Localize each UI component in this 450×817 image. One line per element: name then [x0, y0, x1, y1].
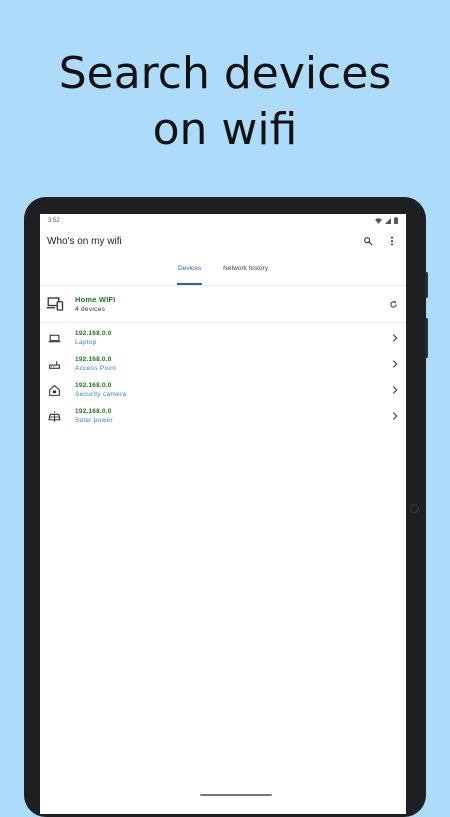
- network-name: Home WIFI: [75, 295, 116, 304]
- device-item[interactable]: 192.168.0.0 Security camera: [40, 377, 406, 403]
- app-bar: Who's on my wifi: [40, 227, 406, 255]
- device-ip: 192.168.0.0: [75, 330, 112, 337]
- device-item[interactable]: 192.168.0.0 Laptop: [40, 325, 406, 351]
- tab-bar: Devices Network history: [40, 255, 406, 286]
- device-ip: 192.168.0.0: [75, 408, 112, 415]
- network-header[interactable]: Home WIFI 4 devices: [40, 286, 406, 323]
- chevron-right-icon: [392, 334, 398, 342]
- more-vert-icon[interactable]: [385, 234, 399, 248]
- home-camera-icon: [46, 382, 62, 398]
- device-ip: 192.168.0.0: [75, 382, 112, 389]
- status-time: 3:52: [48, 217, 60, 224]
- camera-icon: [410, 504, 419, 513]
- chevron-right-icon: [392, 360, 398, 368]
- devices-icon: [46, 297, 64, 311]
- tab-network-history[interactable]: Network history: [223, 255, 268, 285]
- device-type: Access Point: [75, 365, 117, 372]
- device-ip: 192.168.0.0: [75, 356, 112, 363]
- laptop-icon: [46, 330, 62, 346]
- headline-line-2: on wifi: [152, 104, 298, 155]
- network-device-count: 4 devices: [75, 306, 106, 313]
- status-bar: 3:52: [40, 214, 406, 227]
- wifi-icon: [375, 217, 382, 224]
- headline-line-1: Search devices: [58, 48, 392, 99]
- power-button: [425, 318, 428, 358]
- tab-devices[interactable]: Devices: [177, 255, 203, 285]
- search-icon[interactable]: [361, 234, 375, 248]
- battery-icon: [394, 217, 398, 224]
- signal-icon: [385, 217, 391, 224]
- gesture-bar[interactable]: [200, 794, 272, 796]
- refresh-icon[interactable]: [386, 297, 400, 311]
- router-icon: [46, 356, 62, 372]
- solar-panel-icon: [46, 408, 62, 424]
- device-list: 192.168.0.0 Laptop 192.168.0.0 Access Po…: [40, 323, 406, 429]
- device-type: Solar power: [75, 417, 113, 424]
- app-screen: 3:52 Who's on my wifi Devices Network hi…: [40, 214, 406, 814]
- chevron-right-icon: [392, 412, 398, 420]
- device-item[interactable]: 192.168.0.0 Access Point: [40, 351, 406, 377]
- volume-button: [425, 272, 428, 298]
- promo-headline: Search devices on wifi: [0, 46, 450, 158]
- device-type: Security camera: [75, 391, 127, 398]
- device-item[interactable]: 192.168.0.0 Solar power: [40, 403, 406, 429]
- app-title: Who's on my wifi: [47, 235, 122, 247]
- chevron-right-icon: [392, 386, 398, 394]
- device-type: Laptop: [75, 339, 97, 346]
